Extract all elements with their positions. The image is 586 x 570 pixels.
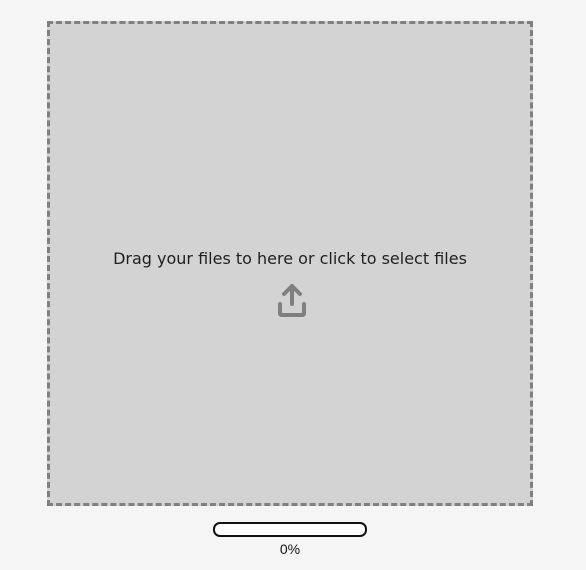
file-dropzone[interactable]: Drag your files to here or click to sele… — [47, 21, 533, 506]
upload-progress-label: 0% — [279, 541, 301, 557]
upload-progress-bar — [213, 522, 367, 537]
upload-icon — [278, 284, 306, 317]
dropzone-prompt: Drag your files to here or click to sele… — [113, 249, 467, 268]
